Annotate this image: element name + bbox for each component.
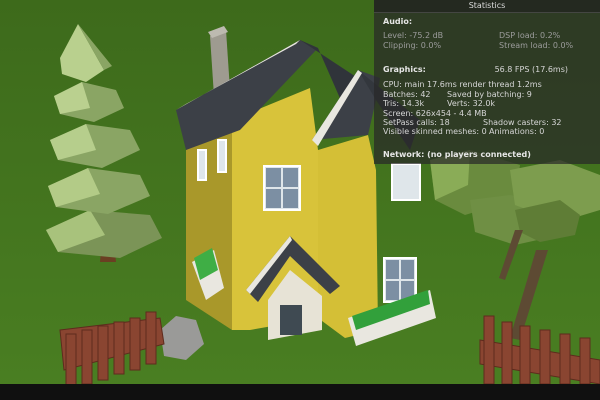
graphics-heading: Graphics: bbox=[383, 65, 426, 74]
panel-title: Statistics bbox=[374, 0, 600, 13]
graphics-batches: Batches: 42 bbox=[383, 89, 431, 99]
audio-clipping: Clipping: 0.0% bbox=[383, 40, 442, 50]
graphics-screen: Screen: 626x454 - 4.4 MB bbox=[383, 108, 487, 118]
bottom-bar bbox=[0, 384, 600, 400]
graphics-skinned-meshes: Visible skinned meshes: 0 bbox=[383, 127, 487, 137]
network-section: Network: (no players connected) bbox=[383, 150, 594, 159]
graphics-section: Graphics: 56.8 FPS (17.6ms) CPU: main 17… bbox=[383, 65, 594, 137]
graphics-verts: Verts: 32.0k bbox=[447, 99, 496, 109]
graphics-fps: 56.8 FPS (17.6ms) bbox=[494, 65, 568, 74]
audio-heading: Audio: bbox=[383, 17, 413, 26]
graphics-shadow-casters: Shadow casters: 32 bbox=[483, 117, 562, 127]
graphics-animations: Animations: 0 bbox=[489, 127, 545, 137]
audio-stream-load: Stream load: 0.0% bbox=[499, 40, 574, 50]
statistics-panel: Statistics Audio: Level: -75.2 dB DSP lo… bbox=[374, 0, 600, 164]
audio-level: Level: -75.2 dB bbox=[383, 31, 444, 41]
graphics-setpass: SetPass calls: 18 bbox=[383, 117, 450, 127]
graphics-tris: Tris: 14.3k bbox=[383, 99, 425, 109]
audio-section: Audio: Level: -75.2 dB DSP load: 0.2% Cl… bbox=[383, 17, 594, 50]
graphics-saved-by-batching: Saved by batching: 9 bbox=[447, 89, 532, 99]
network-status: Network: (no players connected) bbox=[383, 150, 531, 159]
audio-dsp-load: DSP load: 0.2% bbox=[499, 31, 561, 41]
graphics-cpu: CPU: main 17.6ms render thread 1.2ms bbox=[383, 80, 542, 90]
